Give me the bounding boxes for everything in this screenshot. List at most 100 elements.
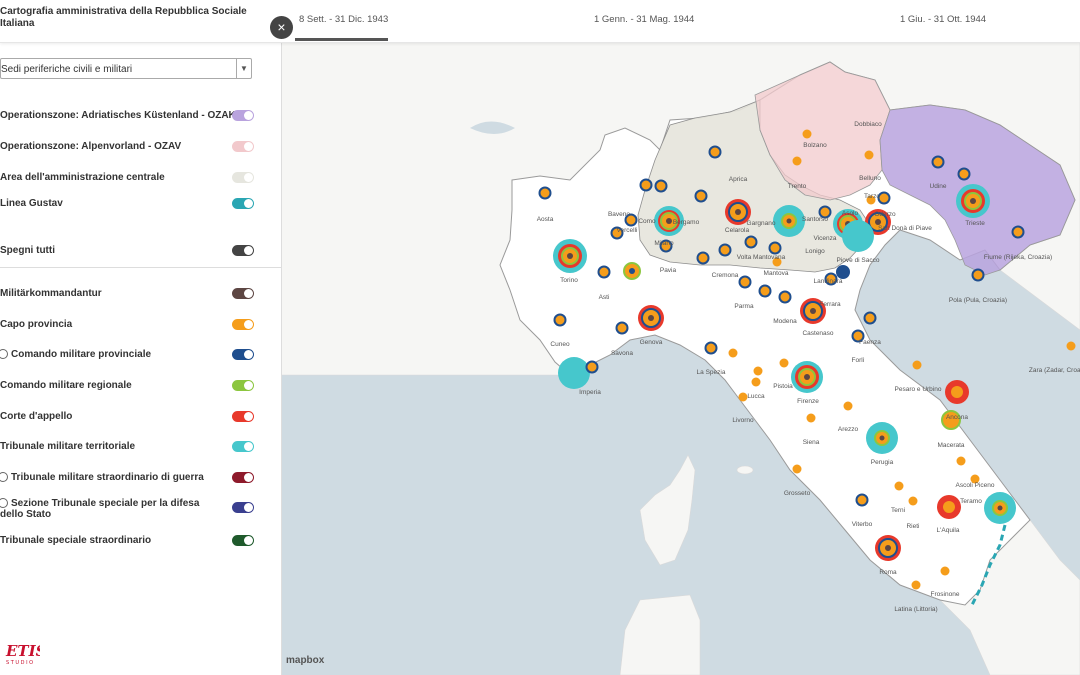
layer-row-comando-provinciale[interactable]: Comando militare provinciale: [0, 348, 260, 364]
map-canvas[interactable]: Aosta Baveno Como Bergamo Aprica Bolzano Dobbi…: [281, 42, 1080, 675]
layer-row-ozav[interactable]: Operationszone: Alpenvorland - OZAV: [0, 140, 260, 156]
layer-toggle[interactable]: [232, 319, 254, 330]
capo-provincia-marker[interactable]: [806, 413, 816, 423]
comando-provinciale-marker[interactable]: [855, 493, 869, 507]
comando-provinciale-marker[interactable]: [704, 341, 718, 355]
capo-provincia-marker[interactable]: [802, 129, 812, 139]
capo-provincia-marker[interactable]: [843, 401, 853, 411]
layer-toggle[interactable]: [232, 198, 254, 209]
militarkommandantur-marker[interactable]: [786, 218, 792, 224]
layer-toggle[interactable]: [232, 141, 254, 152]
comando-provinciale-marker[interactable]: [1011, 225, 1025, 239]
layer-toggle[interactable]: [232, 441, 254, 452]
capo-provincia-marker[interactable]: [753, 366, 763, 376]
capo-provincia-marker[interactable]: [911, 580, 921, 590]
militarkommandantur-marker[interactable]: [735, 209, 741, 215]
comando-provinciale-marker[interactable]: [768, 241, 782, 255]
capo-provincia-marker[interactable]: [751, 377, 761, 387]
militarkommandantur-marker[interactable]: [648, 315, 654, 321]
layer-set-select[interactable]: Sedi periferiche civili e militari ▼: [0, 58, 252, 79]
capo-provincia-marker[interactable]: [894, 481, 904, 491]
capo-provincia-marker[interactable]: [912, 360, 922, 370]
layer-row-ozak[interactable]: Operationszone: Adriatisches Küstenland …: [0, 109, 260, 125]
comando-provinciale-marker[interactable]: [615, 321, 629, 335]
layer-toggle[interactable]: [232, 288, 254, 299]
layer-row-corte-appello[interactable]: Corte d'appello: [0, 410, 260, 426]
comando-provinciale-marker[interactable]: [744, 235, 758, 249]
comando-provinciale-marker[interactable]: [629, 268, 635, 274]
tribunale-territoriale-marker[interactable]: [558, 357, 590, 389]
layer-toggle[interactable]: [232, 172, 254, 183]
layer-toggle[interactable]: [232, 411, 254, 422]
capo-provincia-marker[interactable]: [792, 156, 802, 166]
comando-provinciale-marker[interactable]: [718, 243, 732, 257]
city-label: Como: [638, 218, 656, 225]
comando-provinciale-marker[interactable]: [694, 189, 708, 203]
militarkommandantur-marker[interactable]: [997, 505, 1003, 511]
tab-period-late-1944[interactable]: 1 Giu. - 31 Ott. 1944: [900, 14, 986, 25]
comando-provinciale-marker[interactable]: [971, 268, 985, 282]
layer-row-tribunale-speciale[interactable]: Tribunale speciale straordinario: [0, 534, 260, 550]
radio-icon[interactable]: [0, 498, 8, 509]
militarkommandantur-marker[interactable]: [567, 253, 573, 259]
capo-provincia-marker[interactable]: [908, 496, 918, 506]
layer-row-militarkommandantur[interactable]: Militärkommandantur: [0, 287, 260, 303]
comando-provinciale-marker[interactable]: [931, 155, 945, 169]
comando-provinciale-marker[interactable]: [863, 311, 877, 325]
militarkommandantur-marker[interactable]: [885, 545, 891, 551]
layer-row-central-admin[interactable]: Area dell'amministrazione centrale: [0, 171, 260, 187]
comando-provinciale-marker[interactable]: [553, 313, 567, 327]
capo-provincia-marker[interactable]: [792, 464, 802, 474]
layer-toggle[interactable]: [232, 502, 254, 513]
comando-provinciale-marker[interactable]: [639, 178, 653, 192]
map[interactable]: Aosta Baveno Como Bergamo Aprica Bolzano Dobbi…: [281, 42, 1080, 675]
tribunale-territoriale-marker[interactable]: [842, 220, 874, 252]
tab-period-1943[interactable]: 8 Sett. - 31 Dic. 1943: [299, 14, 388, 25]
capo-provincia-marker[interactable]: [728, 348, 738, 358]
comando-provinciale-marker[interactable]: [538, 186, 552, 200]
capo-provincia-marker[interactable]: [951, 386, 963, 398]
capo-provincia-marker[interactable]: [779, 358, 789, 368]
comando-provinciale-marker[interactable]: [708, 145, 722, 159]
island-elba: [736, 465, 754, 475]
layer-row-comando-regionale[interactable]: Comando militare regionale: [0, 379, 260, 395]
tab-period-early-1944[interactable]: 1 Genn. - 31 Mag. 1944: [594, 14, 694, 25]
comando-provinciale-marker[interactable]: [836, 265, 850, 279]
capo-provincia-marker[interactable]: [943, 501, 955, 513]
comando-provinciale-marker[interactable]: [877, 191, 891, 205]
militarkommandantur-marker[interactable]: [804, 374, 810, 380]
militarkommandantur-marker[interactable]: [970, 198, 976, 204]
comando-provinciale-marker[interactable]: [738, 275, 752, 289]
toggle-all-switch[interactable]: [232, 245, 254, 256]
comando-provinciale-marker[interactable]: [778, 290, 792, 304]
layer-row-capo-provincia[interactable]: Capo provincia: [0, 318, 260, 334]
radio-icon[interactable]: [0, 472, 8, 483]
layer-row-tribunale-straordinario[interactable]: Tribunale militare straordinario di guer…: [0, 471, 260, 487]
layer-row-gustav[interactable]: Linea Gustav: [0, 197, 260, 213]
militarkommandantur-marker[interactable]: [879, 435, 885, 441]
city-label: Santorso: [802, 216, 828, 223]
capo-provincia-marker[interactable]: [738, 392, 748, 402]
comando-provinciale-marker[interactable]: [758, 284, 772, 298]
militarkommandantur-marker[interactable]: [810, 308, 816, 314]
comando-provinciale-marker[interactable]: [597, 265, 611, 279]
layer-toggle[interactable]: [232, 472, 254, 483]
comando-provinciale-marker[interactable]: [957, 167, 971, 181]
comando-provinciale-marker[interactable]: [696, 251, 710, 265]
capo-provincia-marker[interactable]: [940, 566, 950, 576]
radio-icon[interactable]: [0, 349, 8, 360]
capo-provincia-marker[interactable]: [864, 150, 874, 160]
layer-toggle[interactable]: [232, 380, 254, 391]
layer-row-tribunale-territoriale[interactable]: Tribunale militare territoriale: [0, 440, 260, 456]
layer-row-sezione-tribunale[interactable]: Sezione Tribunale speciale per la difesa…: [0, 497, 260, 521]
capo-provincia-marker[interactable]: [1066, 341, 1076, 351]
toggle-all-row[interactable]: Spegni tutti: [0, 244, 260, 260]
close-icon[interactable]: ×: [270, 16, 293, 39]
layer-toggle[interactable]: [232, 349, 254, 360]
militarkommandantur-marker[interactable]: [666, 218, 672, 224]
layer-toggle[interactable]: [232, 110, 254, 121]
comando-provinciale-marker[interactable]: [654, 179, 668, 193]
capo-provincia-marker[interactable]: [956, 456, 966, 466]
layer-toggle[interactable]: [232, 535, 254, 546]
comando-provinciale-marker[interactable]: [585, 360, 599, 374]
